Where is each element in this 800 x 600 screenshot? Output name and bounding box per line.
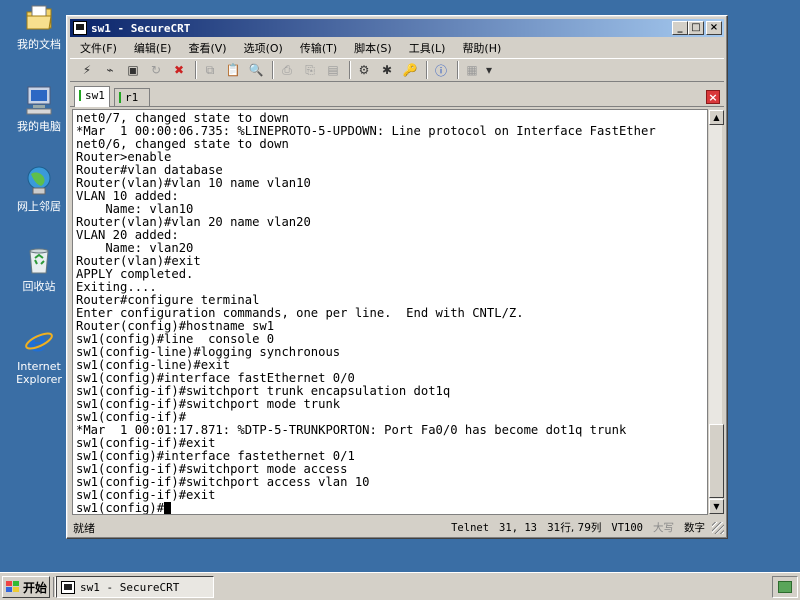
toolbar-separator — [349, 61, 351, 79]
connect-in-tab-icon[interactable]: ▣ — [123, 61, 143, 79]
menu-edit[interactable]: 编辑(E) — [134, 40, 172, 56]
terminal-prompt-line: sw1(config)# — [76, 501, 707, 515]
print-selection-icon[interactable]: ⎘ — [300, 61, 320, 79]
desktop-icon-internet-explorer[interactable]: e Internet Explorer — [6, 324, 72, 386]
terminal-cursor — [164, 502, 172, 514]
session-tabs: sw1 r1 × — [70, 86, 724, 107]
menu-view[interactable]: 查看(V) — [188, 40, 226, 56]
scroll-thumb[interactable] — [709, 424, 724, 498]
status-protocol: Telnet — [451, 521, 490, 534]
desktop-icon-network[interactable]: 网上邻居 — [6, 164, 72, 213]
status-bar: 就绪 Telnet 31, 13 31行, 79列 VT100 大写 数字 — [70, 518, 724, 537]
find-icon[interactable]: 🔍 — [246, 61, 266, 79]
menu-file[interactable]: 文件(F) — [80, 40, 117, 56]
window-title: sw1 - SecureCRT — [91, 21, 191, 35]
desktop-icon-label: Internet Explorer — [16, 360, 62, 386]
toolbar-separator — [457, 61, 459, 79]
folder-documents-icon — [23, 2, 55, 34]
toolbar-separator — [195, 61, 197, 79]
computer-icon — [23, 84, 55, 116]
network-icon — [23, 164, 55, 196]
taskbar: 开始 sw1 - SecureCRT — [0, 572, 800, 600]
desktop-icon-recycle-bin[interactable]: 回收站 — [6, 244, 72, 293]
tab-r1[interactable]: r1 — [114, 88, 150, 106]
desktop-icon-my-computer[interactable]: 我的电脑 — [6, 84, 72, 133]
close-tab-icon[interactable]: × — [706, 90, 720, 104]
recycle-bin-icon — [23, 244, 55, 276]
scroll-down-button[interactable]: ▼ — [709, 499, 724, 514]
terminal-output[interactable]: net0/7, changed state to down *Mar 1 00:0… — [72, 109, 708, 515]
terminal-line: sw1(config-if)#exit — [76, 488, 216, 502]
desktop-icon-label: 我的文档 — [17, 38, 61, 51]
session-options-icon[interactable]: ⚙ — [354, 61, 374, 79]
disconnect-icon[interactable]: ✖ — [169, 61, 189, 79]
desktop-icon-label: 我的电脑 — [17, 120, 61, 133]
resize-grip[interactable] — [712, 521, 724, 534]
status-row-col: 31行, 79列 — [546, 522, 602, 534]
terminal-line: APPLY completed. — [76, 267, 194, 281]
reconnect-icon[interactable]: ↻ — [146, 61, 166, 79]
title-bar[interactable]: sw1 - SecureCRT _ □ × — [70, 19, 724, 37]
keymap-icon[interactable]: 🔑 — [400, 61, 420, 79]
connect-icon[interactable]: ⚡ — [77, 61, 97, 79]
menu-options[interactable]: 选项(O) — [244, 40, 283, 56]
copy-icon[interactable]: ⧉ — [200, 61, 220, 79]
securecrt-app-icon[interactable] — [73, 21, 87, 35]
status-cursor-position: 31, 13 — [499, 521, 537, 534]
desktop-icon-label: 网上邻居 — [17, 200, 61, 213]
ie-icon: e — [23, 324, 55, 359]
toolbar-separator — [272, 61, 274, 79]
terminal-lines: net0/7, changed state to down *Mar 1 00:0… — [76, 112, 707, 515]
print-setup-icon[interactable]: ▤ — [323, 61, 343, 79]
menu-tools[interactable]: 工具(L) — [409, 40, 446, 56]
menu-transfer[interactable]: 传输(T) — [300, 40, 337, 56]
status-num: 数字 — [684, 522, 705, 534]
maximize-button[interactable]: □ — [688, 21, 704, 35]
securecrt-taskbar-icon — [61, 580, 75, 594]
taskbar-window-label: sw1 - SecureCRT — [80, 580, 180, 594]
vertical-scrollbar[interactable]: ▲ ▼ — [708, 109, 724, 515]
help-icon[interactable]: ⓘ — [431, 61, 451, 79]
terminal-prompt: sw1(config)# — [76, 501, 165, 515]
global-options-icon[interactable]: ✱ — [377, 61, 397, 79]
status-caps: 大写 — [653, 522, 674, 534]
menu-bar: 文件(F) 编辑(E) 查看(V) 选项(O) 传输(T) 脚本(S) 工具(L… — [70, 38, 724, 57]
scroll-up-button[interactable]: ▲ — [709, 110, 724, 125]
toolbar-overflow-icon[interactable]: ▾ — [485, 61, 493, 79]
sftp-icon[interactable]: ▦ — [462, 61, 482, 79]
tab-sw1[interactable]: sw1 — [74, 86, 110, 107]
menu-script[interactable]: 脚本(S) — [354, 40, 392, 56]
securecrt-window: sw1 - SecureCRT _ □ × 文件(F) 编辑(E) 查看(V) … — [66, 15, 728, 539]
minimize-button[interactable]: _ — [672, 21, 688, 35]
print-icon[interactable]: ⎙ — [277, 61, 297, 79]
windows-logo-icon — [6, 581, 20, 593]
taskbar-securecrt-button[interactable]: sw1 - SecureCRT — [56, 576, 214, 598]
start-button[interactable]: 开始 — [2, 576, 50, 598]
desktop-icon-label: 回收站 — [22, 280, 56, 293]
toolbar-separator — [426, 61, 428, 79]
menu-help[interactable]: 帮助(H) — [462, 40, 501, 56]
network-status-icon[interactable] — [778, 581, 792, 593]
close-button[interactable]: × — [706, 21, 722, 35]
paste-icon[interactable]: 📋 — [223, 61, 243, 79]
status-terminal-type: VT100 — [611, 521, 643, 534]
desktop-icon-my-documents[interactable]: 我的文档 — [6, 2, 72, 51]
system-tray[interactable] — [772, 576, 798, 598]
start-label: 开始 — [23, 580, 48, 595]
status-ready: 就绪 — [73, 521, 95, 535]
quick-connect-icon[interactable]: ⌁ — [100, 61, 120, 79]
toolbar: ⚡ ⌁ ▣ ↻ ✖ ⧉ 📋 🔍 ⎙ ⎘ ▤ ⚙ ✱ 🔑 ⓘ ▦ ▾ — [70, 58, 724, 82]
